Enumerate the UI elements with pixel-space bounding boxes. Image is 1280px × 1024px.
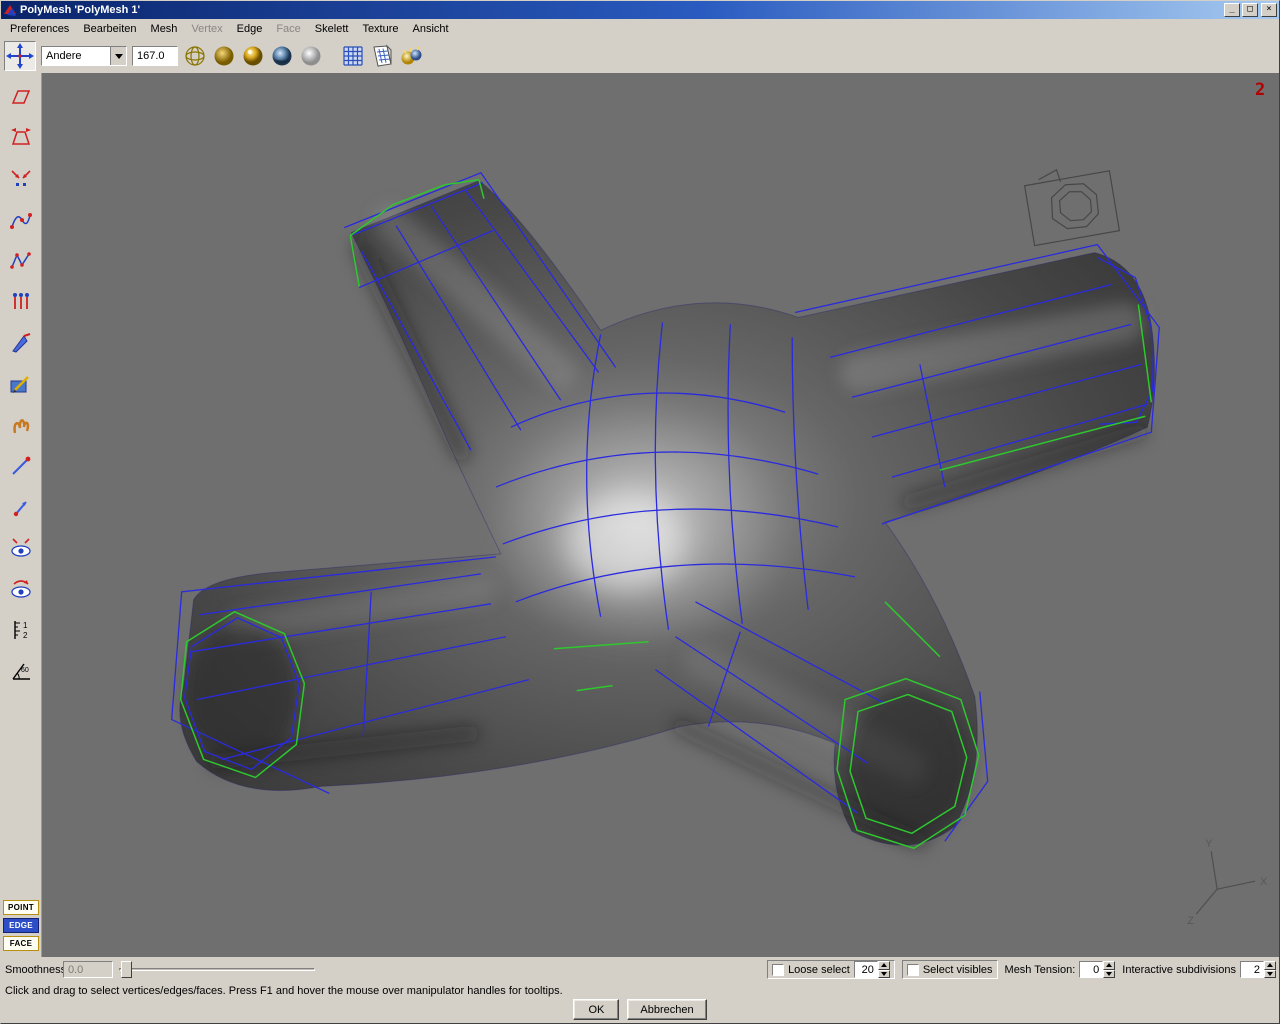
interactive-subdivisions-value[interactable] bbox=[1240, 961, 1264, 978]
lights-icon[interactable] bbox=[399, 44, 423, 68]
mode-edge-button[interactable]: EDGE bbox=[3, 918, 39, 933]
spin-down-icon[interactable] bbox=[877, 969, 890, 978]
menu-texture[interactable]: Texture bbox=[355, 20, 405, 38]
polymesh-window: PolyMesh 'PolyMesh 1' _ □ × Preferences … bbox=[0, 0, 1280, 1024]
spin-down-icon[interactable] bbox=[1264, 969, 1276, 978]
select-visibles-checkbox[interactable] bbox=[906, 963, 919, 976]
mode-point-button[interactable]: POINT bbox=[3, 900, 39, 915]
magnet-curve-tool[interactable] bbox=[7, 206, 35, 234]
window-title: PolyMesh 'PolyMesh 1' bbox=[20, 4, 141, 16]
loose-select-checkbox[interactable] bbox=[772, 963, 785, 976]
menu-skelett[interactable]: Skelett bbox=[308, 20, 356, 38]
bend-tool[interactable] bbox=[7, 165, 35, 193]
lattice-tool[interactable] bbox=[7, 247, 35, 275]
cancel-button[interactable]: Abbrechen bbox=[627, 999, 707, 1020]
svg-text:2: 2 bbox=[23, 631, 28, 640]
angle-tool[interactable]: 60 bbox=[7, 657, 35, 685]
menu-ansicht[interactable]: Ansicht bbox=[406, 20, 456, 38]
select-visibles-label: Select visibles bbox=[922, 963, 993, 976]
mesh-object[interactable] bbox=[171, 171, 1160, 850]
angle-field[interactable] bbox=[132, 46, 178, 66]
component-mode-buttons: POINT EDGE FACE bbox=[3, 900, 39, 951]
smooth-shaded-sphere-icon[interactable] bbox=[241, 44, 265, 68]
menu-vertex: Vertex bbox=[191, 23, 223, 35]
slider-track[interactable] bbox=[119, 968, 315, 971]
uv-view-icon[interactable] bbox=[370, 44, 394, 68]
title-bar[interactable]: PolyMesh 'PolyMesh 1' _ □ × bbox=[1, 1, 1279, 19]
interactive-subdivisions-spinner[interactable] bbox=[1240, 961, 1276, 978]
measure-tool[interactable]: 12 bbox=[7, 616, 35, 644]
viewport-3d[interactable]: Y X Z 2 bbox=[41, 73, 1279, 957]
viewport-canvas[interactable]: Y X Z 2 bbox=[42, 73, 1279, 957]
mesh-tension-spinner[interactable] bbox=[1079, 961, 1116, 978]
menu-edge[interactable]: Edge bbox=[230, 20, 270, 38]
spin-up-icon[interactable] bbox=[1103, 961, 1116, 970]
axis-label-x: X bbox=[1260, 876, 1268, 888]
bottom-panel: Smoothness Loose select Select visibl bbox=[1, 957, 1279, 1023]
status-text: Click and drag to select vertices/edges/… bbox=[5, 985, 563, 997]
mode-face-button[interactable]: FACE bbox=[3, 936, 39, 951]
rotate-eye-tool[interactable] bbox=[7, 575, 35, 603]
interactive-subdivisions-label: Interactive subdivisions bbox=[1122, 963, 1236, 976]
menu-bearbeiten[interactable]: Bearbeiten bbox=[76, 20, 143, 38]
loose-select-value[interactable] bbox=[853, 961, 878, 978]
knife-tool[interactable] bbox=[7, 329, 35, 357]
maximize-button[interactable]: □ bbox=[1242, 3, 1258, 17]
spin-down-icon[interactable] bbox=[1103, 969, 1116, 978]
translate-tool[interactable] bbox=[4, 41, 36, 71]
spin-up-icon[interactable] bbox=[1264, 961, 1276, 970]
spin-up-icon[interactable] bbox=[877, 961, 890, 970]
loose-select-label: Loose select bbox=[788, 963, 850, 976]
axis-indicator: Y X Z bbox=[1187, 838, 1268, 927]
slider-thumb[interactable] bbox=[121, 961, 132, 978]
pin-tool[interactable] bbox=[7, 493, 35, 521]
needle-tool[interactable] bbox=[7, 452, 35, 480]
mesh-tension-label: Mesh Tension: bbox=[1004, 963, 1076, 976]
menu-preferences[interactable]: Preferences bbox=[3, 20, 76, 38]
tool-palette: 12 60 POINT EDGE FACE bbox=[1, 73, 41, 957]
matte-sphere-icon[interactable] bbox=[299, 44, 323, 68]
ok-button[interactable]: OK bbox=[573, 999, 620, 1020]
falloff-dropdown[interactable]: Andere bbox=[41, 46, 127, 66]
axis-label-z: Z bbox=[1187, 915, 1194, 927]
dropdown-arrow-icon[interactable] bbox=[110, 47, 126, 65]
main-toolbar: Andere bbox=[1, 39, 1279, 73]
textured-sphere-icon[interactable] bbox=[270, 44, 294, 68]
svg-text:1: 1 bbox=[23, 621, 28, 630]
show-eye-tool[interactable] bbox=[7, 534, 35, 562]
minimize-button[interactable]: _ bbox=[1224, 3, 1240, 17]
menu-face: Face bbox=[276, 23, 301, 35]
svg-text:60: 60 bbox=[21, 667, 29, 674]
mesh-tension-value[interactable] bbox=[1079, 961, 1104, 978]
comb-tool[interactable] bbox=[7, 288, 35, 316]
smoothness-label: Smoothness bbox=[5, 964, 67, 976]
claw-tool[interactable] bbox=[7, 411, 35, 439]
menu-mesh[interactable]: Mesh bbox=[144, 20, 185, 38]
loose-select-spinner[interactable] bbox=[853, 961, 890, 978]
grid-icon[interactable] bbox=[341, 44, 365, 68]
app-icon bbox=[4, 5, 16, 16]
close-button[interactable]: × bbox=[1261, 3, 1277, 17]
skew-tool[interactable] bbox=[7, 83, 35, 111]
smoothness-field[interactable] bbox=[63, 961, 113, 978]
draw-tool[interactable] bbox=[7, 370, 35, 398]
axis-label-y: Y bbox=[1205, 838, 1213, 850]
camera-gizmo-icon[interactable] bbox=[1023, 168, 1121, 247]
move-cross-icon bbox=[6, 43, 34, 69]
viewport-badge: 2 bbox=[1255, 79, 1265, 99]
menu-bar: Preferences Bearbeiten Mesh Vertex Edge … bbox=[1, 19, 1279, 39]
falloff-dropdown-value: Andere bbox=[46, 50, 82, 62]
taper-tool[interactable] bbox=[7, 124, 35, 152]
flat-shaded-sphere-icon[interactable] bbox=[212, 44, 236, 68]
smoothness-slider[interactable] bbox=[119, 961, 315, 978]
wireframe-sphere-icon[interactable] bbox=[183, 44, 207, 68]
